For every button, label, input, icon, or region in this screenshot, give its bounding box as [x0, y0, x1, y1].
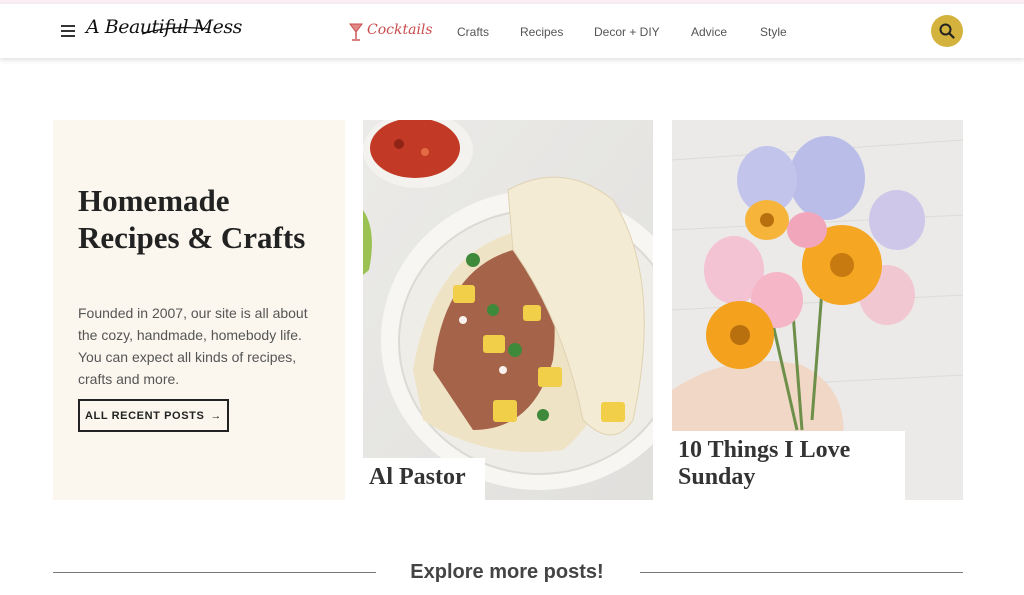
nav-cocktails-link[interactable]: Cocktails — [367, 22, 433, 38]
post-tile-10-things[interactable]: 10 Things I Love Sunday — [672, 120, 963, 500]
all-recent-posts-label: ALL RECENT POSTS — [84, 409, 205, 422]
hero-intro-card: Homemade Recipes & Crafts Founded in 200… — [53, 120, 345, 500]
search-icon — [939, 23, 955, 39]
all-recent-posts-button[interactable]: ALL RECENT POSTS → — [78, 399, 229, 432]
nav-decor-diy-link[interactable]: Decor + DIY — [594, 25, 660, 39]
tile-label-al-pastor: Al Pastor — [363, 458, 485, 500]
cocktail-glass-icon — [349, 23, 363, 41]
al-pastor-photo — [363, 120, 653, 500]
explore-title: Explore more posts! — [410, 561, 604, 583]
tile-label-10-things: 10 Things I Love Sunday — [672, 431, 905, 500]
nav-crafts-link[interactable]: Crafts — [457, 25, 489, 39]
hero-description: Founded in 2007, our site is all about t… — [78, 305, 308, 387]
logo-swash-decoration — [141, 26, 209, 35]
arrow-right-icon: → — [210, 409, 223, 422]
post-tile-al-pastor[interactable]: Al Pastor — [363, 120, 653, 500]
nav-recipes-link[interactable]: Recipes — [520, 25, 563, 39]
hamburger-menu-icon[interactable] — [61, 25, 75, 37]
hero-title: Homemade Recipes & Crafts — [78, 183, 306, 255]
search-button[interactable] — [931, 15, 963, 47]
divider-right — [640, 572, 963, 573]
nav-style-link[interactable]: Style — [760, 25, 787, 39]
site-header: A Beautiful Mess Cocktails Crafts Recipe… — [0, 4, 1024, 58]
nav-advice-link[interactable]: Advice — [691, 25, 727, 39]
divider-left — [53, 572, 376, 573]
